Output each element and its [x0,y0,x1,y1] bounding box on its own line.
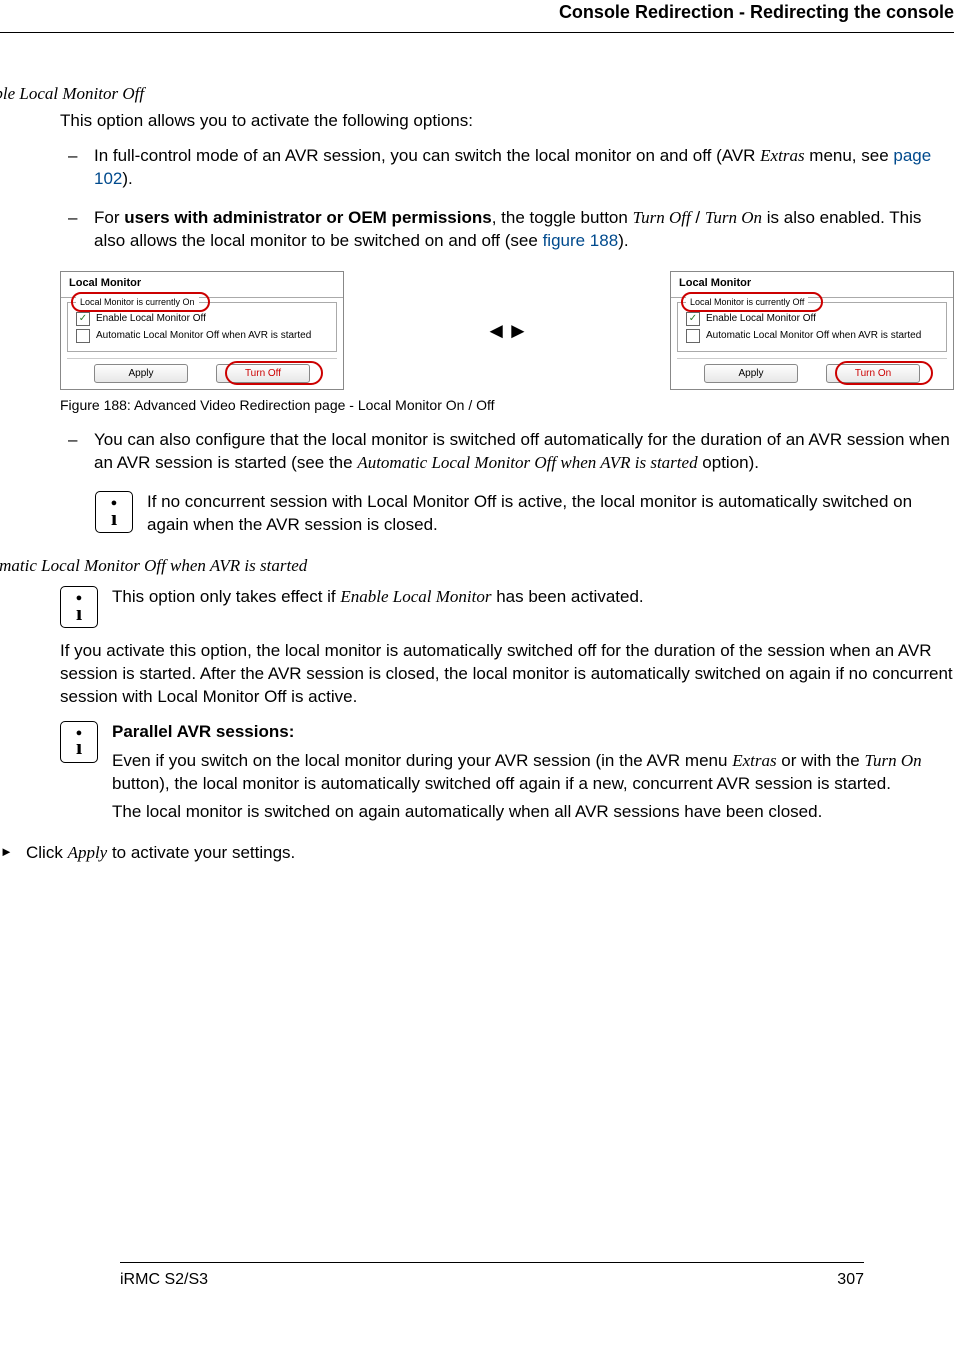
turn-off-button[interactable]: Turn Off [216,364,310,384]
info-title: Parallel AVR sessions: [112,721,954,744]
link-figure-188[interactable]: figure 188 [543,231,619,250]
info-icon: ●ı [60,721,98,763]
text-italic: Automatic Local Monitor Off when AVR is … [357,453,697,472]
apply-button[interactable]: Apply [94,364,188,384]
checkbox-auto-off[interactable] [686,329,700,343]
checkbox-label: Automatic Local Monitor Off when AVR is … [706,329,921,343]
footer-page-number: 307 [837,1269,864,1291]
running-header: Console Redirection - Redirecting the co… [0,0,954,33]
checkbox-label: Automatic Local Monitor Off when AVR is … [96,329,311,343]
text-bold: users with administrator or OEM permissi… [124,208,491,227]
info-text: This option only takes effect if Enable … [112,586,954,609]
text: menu, see [805,146,894,165]
panel-monitor-on: Local Monitor Local Monitor is currently… [60,271,344,390]
info-text: If no concurrent session with Local Moni… [147,491,954,537]
text-italic: Turn Off [633,208,691,227]
double-arrow-icon: ◄► [485,320,529,342]
action-click-apply: Click Apply to activate your settings. [0,842,954,865]
info-note-2: ●ı This option only takes effect if Enab… [60,586,954,628]
panel-monitor-off: Local Monitor Local Monitor is currently… [670,271,954,390]
text-italic: Turn On [705,208,762,227]
info-note-1: ●ı If no concurrent session with Local M… [95,491,954,543]
legend-off: Local Monitor is currently Off [686,296,808,308]
text: ). [122,169,132,188]
text: For [94,208,124,227]
checkbox-enable-local-monitor-off[interactable]: ✓ [76,312,90,326]
panel-title: Local Monitor [671,272,953,298]
text: ). [618,231,628,250]
checkbox-auto-off[interactable] [76,329,90,343]
bullet-admin-oem: For users with administrator or OEM perm… [60,207,954,253]
info-text: Even if you switch on the local monitor … [112,750,954,796]
heading-enable-local-monitor-off: Enable Local Monitor Off [0,83,954,106]
apply-button[interactable]: Apply [704,364,798,384]
heading-auto-monitor-off: Automatic Local Monitor Off when AVR is … [0,555,954,578]
figure-188: Local Monitor Local Monitor is currently… [60,271,954,415]
info-icon: ●ı [60,586,98,628]
text: , the toggle button [492,208,633,227]
turn-on-button[interactable]: Turn On [826,364,920,384]
checkbox-label: Enable Local Monitor Off [706,312,816,326]
info-text: The local monitor is switched on again a… [112,801,954,824]
para-auto-off: If you activate this option, the local m… [60,640,954,709]
bullet-full-control: In full-control mode of an AVR session, … [60,145,954,191]
figure-caption: Figure 188: Advanced Video Redirection p… [60,396,954,415]
info-icon: ●ı [95,491,133,533]
intro-text: This option allows you to activate the f… [60,110,954,133]
text: In full-control mode of an AVR session, … [94,146,760,165]
bullet-auto-config: You can also configure that the local mo… [60,429,954,475]
checkbox-label: Enable Local Monitor Off [96,312,206,326]
legend-on: Local Monitor is currently On [76,296,199,308]
text: option). [698,453,759,472]
text-italic: Extras [760,146,804,165]
info-note-3: ●ı Parallel AVR sessions: Even if you sw… [60,721,954,831]
panel-title: Local Monitor [61,272,343,298]
checkbox-enable-local-monitor-off[interactable]: ✓ [686,312,700,326]
text: / [691,208,705,227]
footer-product: iRMC S2/S3 [120,1269,208,1291]
